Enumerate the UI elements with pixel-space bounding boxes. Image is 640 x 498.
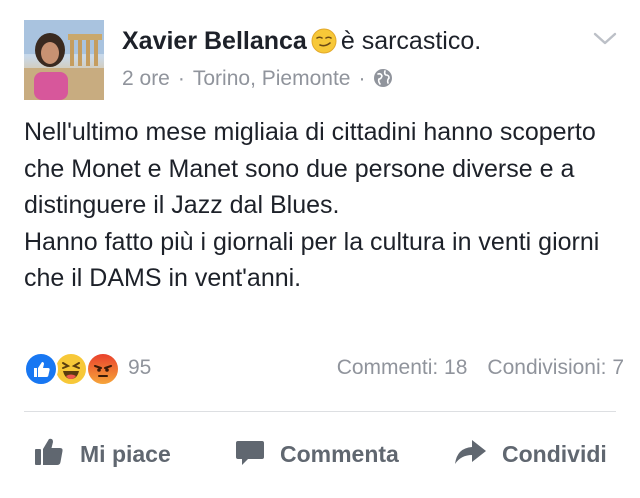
chevron-down-icon[interactable] xyxy=(592,30,618,48)
comment-label: Commenta xyxy=(280,440,399,467)
angry-reaction-icon[interactable] xyxy=(86,352,120,386)
like-label: Mi piace xyxy=(80,440,171,467)
smirk-emoji-icon xyxy=(311,28,337,54)
post-time[interactable]: 2 ore xyxy=(122,67,170,90)
post-paragraph: Nell'ultimo mese migliaia di cittadini h… xyxy=(24,118,596,219)
shares-count[interactable]: Condivisioni: 7 xyxy=(487,356,624,379)
post-stats: Commenti: 18 Condivisioni: 7 xyxy=(337,356,624,380)
reactions-bar: 95 Commenti: 18 Condivisioni: 7 xyxy=(24,352,624,386)
globe-icon[interactable] xyxy=(373,68,393,88)
share-button[interactable]: Condividi xyxy=(452,432,607,476)
post-location[interactable]: Torino, Piemonte xyxy=(193,67,351,90)
post-header: Xavier Bellanca è sarcastico. xyxy=(122,26,481,56)
post-body: Nell'ultimo mese migliaia di cittadini h… xyxy=(24,114,624,297)
action-bar: Mi piace Commenta Condividi xyxy=(0,432,640,476)
meta-separator: · xyxy=(177,67,185,90)
share-label: Condividi xyxy=(502,440,607,467)
like-button[interactable]: Mi piace xyxy=(32,432,171,476)
feeling-text: è sarcastico. xyxy=(340,27,482,55)
divider xyxy=(24,411,616,412)
reactions-count[interactable]: 95 xyxy=(128,356,151,380)
post-meta: 2 ore · Torino, Piemonte · xyxy=(122,66,393,92)
thumbs-up-icon xyxy=(32,435,66,474)
like-reaction-icon[interactable] xyxy=(24,352,58,386)
comments-count[interactable]: Commenti: 18 xyxy=(337,356,468,379)
avatar[interactable] xyxy=(24,20,104,100)
author-name[interactable]: Xavier Bellanca xyxy=(122,27,307,55)
comment-button[interactable]: Commenta xyxy=(234,432,399,476)
avatar-photo xyxy=(24,20,104,100)
haha-reaction-icon[interactable] xyxy=(54,352,88,386)
comment-icon xyxy=(234,436,266,473)
post-paragraph: Hanno fatto più i giornali per la cultur… xyxy=(24,227,600,293)
meta-separator: · xyxy=(358,67,366,90)
share-arrow-icon xyxy=(452,436,488,473)
facebook-post: Xavier Bellanca è sarcastico. 2 ore · Torin… xyxy=(0,0,640,498)
